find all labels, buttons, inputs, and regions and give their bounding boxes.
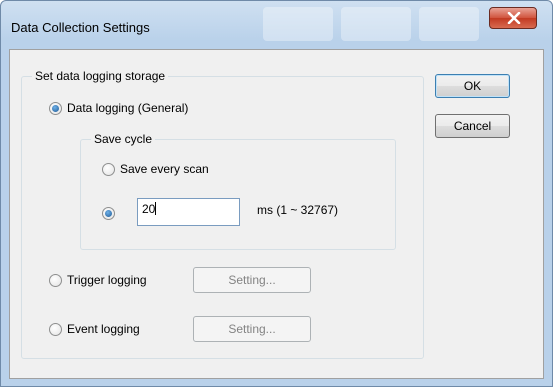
background-tab-ghost [419, 7, 479, 41]
radio-label: Event logging [67, 322, 140, 336]
radio-unchecked-icon [102, 162, 115, 176]
text-caret [155, 202, 157, 215]
interval-unit-label: ms (1 ~ 32767) [257, 203, 339, 217]
title-bar[interactable]: Data Collection Settings [1, 1, 552, 49]
radio-label: Save every scan [120, 162, 209, 176]
background-tab-ghost [341, 7, 411, 41]
ok-button[interactable]: OK [435, 74, 510, 98]
radio-label: Trigger logging [67, 273, 147, 287]
storage-group-legend: Set data logging storage [32, 69, 169, 83]
button-label: Setting... [228, 322, 276, 336]
cancel-button[interactable]: Cancel [435, 114, 510, 138]
radio-event-logging[interactable]: Event logging [49, 322, 140, 336]
background-tab-ghost [263, 7, 333, 41]
save-cycle-groupbox: Save cycle Save every scan 20 ms (1 ~ 32… [80, 132, 396, 250]
radio-trigger-logging[interactable]: Trigger logging [49, 273, 147, 287]
interval-input[interactable]: 20 [137, 198, 240, 226]
button-label: Setting... [228, 273, 276, 287]
dialog-window: Data Collection Settings Set data loggin… [0, 0, 553, 387]
interval-value: 20 [142, 202, 156, 216]
trigger-setting-button[interactable]: Setting... [193, 267, 311, 293]
radio-checked-icon [102, 207, 115, 220]
close-icon [507, 12, 521, 24]
radio-label: Data logging (General) [67, 101, 189, 115]
window-title: Data Collection Settings [11, 20, 150, 35]
storage-groupbox: Set data logging storage Data logging (G… [21, 69, 424, 359]
radio-save-every-scan[interactable]: Save every scan [102, 162, 209, 176]
dialog-client-area: Set data logging storage Data logging (G… [9, 49, 544, 379]
radio-checked-icon [49, 101, 62, 115]
radio-unchecked-icon [49, 322, 62, 336]
radio-custom-interval[interactable] [102, 207, 120, 220]
save-cycle-legend: Save cycle [91, 132, 156, 146]
button-label: Cancel [453, 119, 492, 133]
radio-unchecked-icon [49, 273, 62, 287]
event-setting-button[interactable]: Setting... [193, 316, 311, 342]
button-label: OK [463, 79, 482, 93]
radio-data-logging-general[interactable]: Data logging (General) [49, 101, 188, 115]
close-button[interactable] [489, 7, 537, 29]
